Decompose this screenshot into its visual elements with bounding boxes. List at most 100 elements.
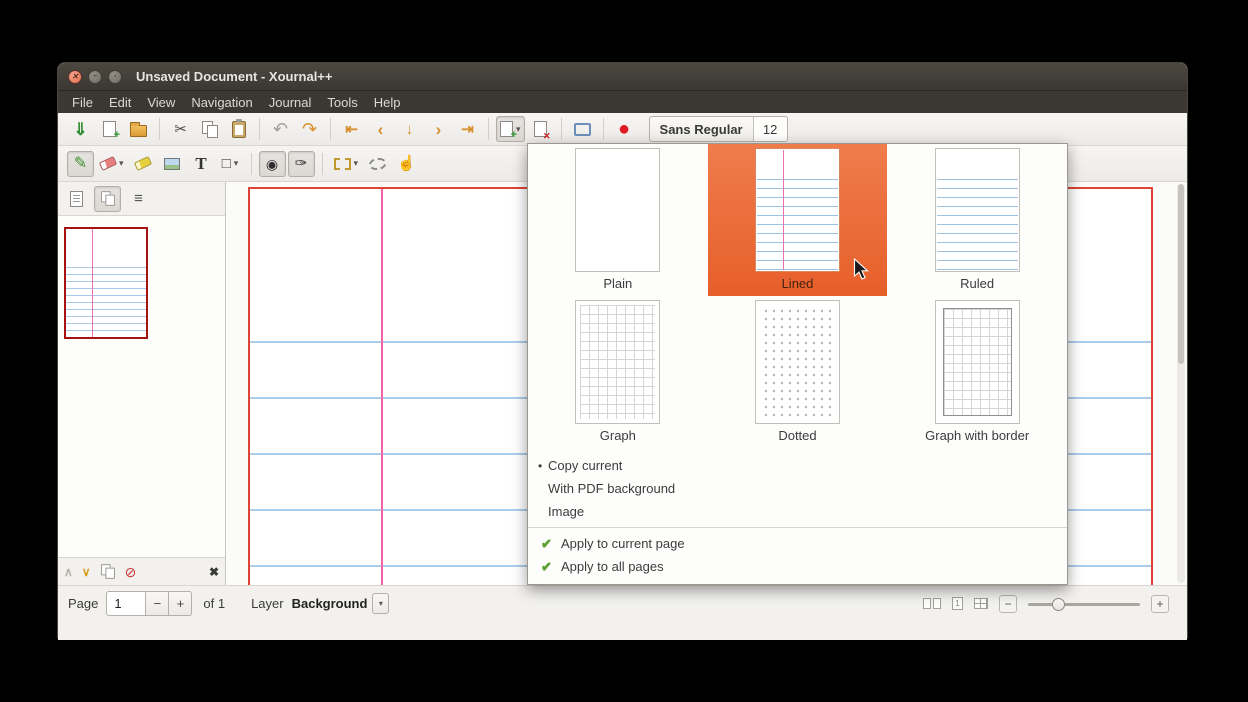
close-sidebar-button[interactable]: ✖ — [209, 566, 219, 578]
menu-item-image[interactable]: Image — [528, 500, 1067, 523]
fullscreen-button[interactable] — [569, 116, 596, 142]
menu-journal[interactable]: Journal — [261, 91, 320, 113]
paste-button[interactable] — [225, 116, 252, 142]
sidebar-tab-contents[interactable] — [63, 186, 90, 212]
open-folder-icon — [130, 125, 147, 137]
first-page-button[interactable]: ⇤ — [338, 116, 365, 142]
minimize-window-button[interactable]: – — [88, 70, 102, 84]
move-down-icon: ∨ — [82, 566, 91, 578]
single-page-view-button[interactable]: 1 — [952, 597, 963, 610]
page-number-field[interactable]: 1 — [106, 591, 146, 616]
graph-preview — [575, 300, 660, 424]
move-up-icon: ∧ — [64, 566, 73, 578]
statusbar: Page 1 − + of 1 Layer Background ▾ 1 − — [58, 585, 1187, 640]
template-graph-with-border[interactable]: Graph with border — [887, 296, 1067, 448]
new-document-button[interactable]: + — [96, 116, 123, 142]
menu-view[interactable]: View — [139, 91, 183, 113]
page-preview-panel — [58, 215, 225, 558]
move-page-up-button[interactable]: ∧ — [64, 566, 73, 578]
menu-file[interactable]: File — [64, 91, 101, 113]
dual-page-view-button[interactable] — [923, 598, 941, 609]
font-size-field[interactable]: 12 — [753, 117, 787, 141]
close-window-button[interactable]: ✕ — [68, 70, 82, 84]
save-button[interactable]: ⇓ — [67, 116, 94, 142]
template-dotted[interactable]: Dotted — [708, 296, 888, 448]
copy-page-button[interactable] — [100, 563, 116, 580]
page-down-button[interactable]: ↓ — [396, 116, 423, 142]
zoom-slider[interactable] — [1028, 595, 1140, 613]
text-tool-button[interactable]: T — [188, 151, 215, 177]
zoom-slider-track[interactable] — [1028, 603, 1140, 606]
sidebar-tab-page-preview[interactable] — [94, 186, 121, 212]
next-page-button[interactable]: › — [425, 116, 452, 142]
maximize-window-button[interactable]: ▫ — [108, 70, 122, 84]
first-page-icon: ⇤ — [345, 122, 358, 137]
record-audio-button[interactable]: ● — [611, 116, 638, 142]
layers-icon: ≡ — [134, 191, 143, 206]
menu-edit[interactable]: Edit — [101, 91, 139, 113]
toolbar-separator — [330, 118, 331, 140]
select-region-button[interactable] — [364, 151, 391, 177]
template-plain[interactable]: Plain — [528, 144, 708, 296]
delete-page-button[interactable]: ✕ — [527, 116, 554, 142]
menu-item-apply-all-pages[interactable]: ✔ Apply to all pages — [528, 555, 1067, 578]
image-tool-button[interactable] — [159, 151, 186, 177]
presentation-view-button[interactable] — [974, 598, 988, 609]
hand-tool-button[interactable]: ☝ — [393, 151, 420, 177]
dropdown-arrow-icon: ▾ — [379, 599, 383, 608]
font-name-button[interactable]: Sans Regular — [650, 117, 753, 141]
sidebar-tab-layers[interactable]: ≡ — [125, 186, 152, 212]
delete-page-sidebar-button[interactable]: ⊘ — [125, 565, 137, 579]
last-page-icon: ⇥ — [461, 122, 474, 137]
move-page-down-button[interactable]: ∨ — [82, 566, 91, 578]
shape-tool-button[interactable]: □ ▾ — [217, 151, 244, 177]
zoom-in-button[interactable]: + — [1151, 595, 1169, 613]
template-label: Lined — [782, 276, 814, 291]
zoom-out-button[interactable]: − — [999, 595, 1017, 613]
open-button[interactable] — [125, 116, 152, 142]
copy-button[interactable] — [196, 116, 223, 142]
text-tool-icon: T — [195, 155, 206, 172]
new-document-icon: + — [103, 121, 116, 137]
scrollbar-thumb[interactable] — [1178, 184, 1184, 364]
select-rectangle-button[interactable]: ▾ — [330, 151, 363, 177]
page-increment-button[interactable]: + — [169, 591, 192, 616]
dotted-preview — [755, 300, 840, 424]
template-label: Graph — [600, 428, 636, 443]
rectangle-icon: □ — [222, 156, 231, 171]
compass-button[interactable]: ✑ — [288, 151, 315, 177]
zoom-in-icon: + — [1156, 597, 1163, 611]
page-decrement-button[interactable]: − — [146, 591, 169, 616]
menu-item-label: Apply to all pages — [561, 559, 664, 574]
undo-button[interactable]: ↶ — [267, 116, 294, 142]
highlighter-tool-button[interactable] — [130, 151, 157, 177]
plus-overlay-icon: + — [114, 130, 120, 141]
layer-dropdown-button[interactable]: ▾ — [372, 593, 389, 614]
previous-page-button[interactable]: ‹ — [367, 116, 394, 142]
page-thumbnail[interactable] — [64, 227, 148, 339]
thumbnail-lines — [66, 267, 146, 337]
dropdown-arrow-icon: ▾ — [119, 159, 124, 168]
menu-navigation[interactable]: Navigation — [183, 91, 260, 113]
pen-tool-button[interactable]: ✎ — [67, 151, 94, 177]
shape-recognizer-button[interactable]: ◉ — [259, 151, 286, 177]
new-page-dropdown-button[interactable]: + ▾ — [496, 116, 525, 142]
template-graph[interactable]: Graph — [528, 296, 708, 448]
last-page-button[interactable]: ⇥ — [454, 116, 481, 142]
menu-item-apply-current-page[interactable]: ✔ Apply to current page — [528, 532, 1067, 555]
vertical-scrollbar[interactable] — [1177, 184, 1185, 583]
titlebar[interactable]: ✕ – ▫ Unsaved Document - Xournal++ — [58, 63, 1187, 91]
cut-button[interactable]: ✂ — [167, 116, 194, 142]
copy-icon — [202, 121, 218, 138]
template-ruled[interactable]: Ruled — [887, 144, 1067, 296]
dropdown-arrow-icon: ▾ — [354, 159, 359, 168]
page-margin-line — [381, 189, 383, 585]
menu-help[interactable]: Help — [366, 91, 409, 113]
image-icon — [164, 158, 180, 170]
menu-tools[interactable]: Tools — [319, 91, 365, 113]
menu-item-with-pdf-background[interactable]: With PDF background — [528, 477, 1067, 500]
zoom-slider-handle[interactable] — [1052, 598, 1065, 611]
menu-item-copy-current[interactable]: • Copy current — [528, 454, 1067, 477]
redo-button[interactable]: ↷ — [296, 116, 323, 142]
eraser-tool-button[interactable]: ▾ — [96, 151, 128, 177]
